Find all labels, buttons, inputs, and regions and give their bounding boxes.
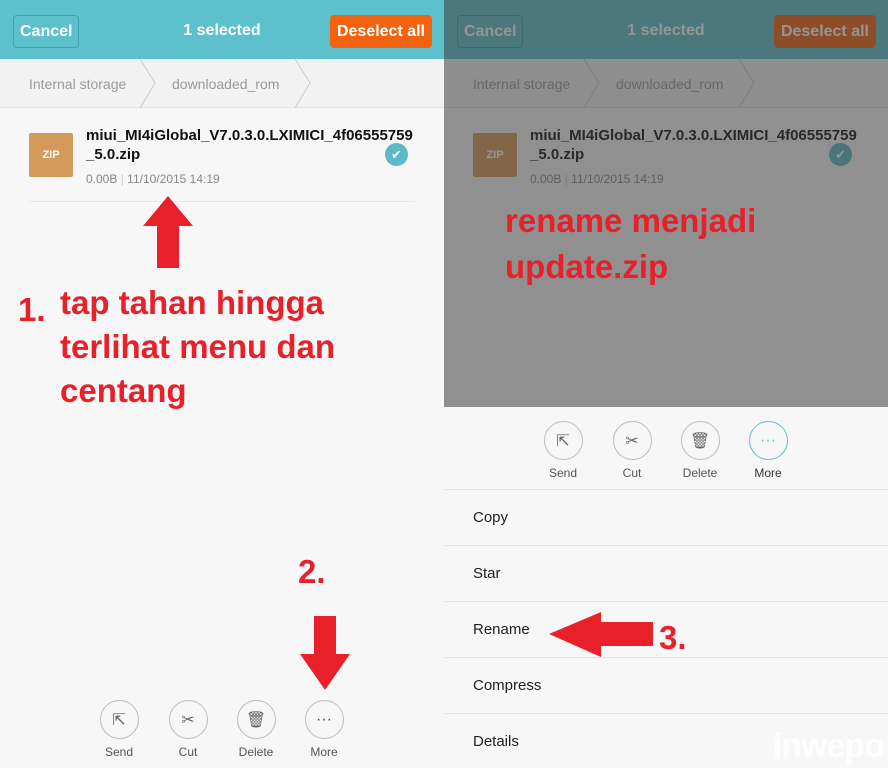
send-button[interactable]: ⇱ Send <box>533 421 593 480</box>
action-bar: ⇱ Send ✂ Cut 🗑 Delete ··· More <box>0 700 444 768</box>
menu-item-copy[interactable]: Copy <box>444 489 888 545</box>
action-header: Cancel 1 selected Deselect all <box>0 0 444 59</box>
divider <box>29 201 415 202</box>
watermark-logo: inwepo <box>772 727 885 765</box>
left-screen: Cancel 1 selected Deselect all Internal … <box>0 0 444 768</box>
breadcrumb-separator-icon <box>139 59 156 108</box>
send-button[interactable]: ⇱ Send <box>89 700 149 759</box>
scissors-icon: ✂ <box>168 700 208 739</box>
more-dots-icon: ··· <box>748 421 788 460</box>
file-row[interactable]: ZIP miui_MI4iGlobal_V7.0.3.0.LXIMICI_4f0… <box>0 108 444 202</box>
checkmark-icon[interactable]: ✔ <box>385 143 408 166</box>
delete-button[interactable]: 🗑 Delete <box>670 421 730 480</box>
rename-instruction: rename menjadi update.zip <box>505 202 757 285</box>
breadcrumb: Internal storage downloaded_rom <box>0 59 444 108</box>
share-icon: ⇱ <box>543 421 583 460</box>
menu-item-compress[interactable]: Compress <box>444 657 888 713</box>
breadcrumb-separator-icon <box>294 59 311 108</box>
step1-number: 1. <box>18 291 46 328</box>
step3-number: 3. <box>659 619 687 656</box>
cut-button[interactable]: ✂ Cut <box>158 700 218 759</box>
file-date: 11/10/2015 14:19 <box>127 172 220 186</box>
more-menu-sheet: ⇱ Send ✂ Cut 🗑 Delete ··· More Copy Star Ren… <box>444 407 888 768</box>
delete-button[interactable]: 🗑 Delete <box>226 700 286 759</box>
scissors-icon: ✂ <box>612 421 652 460</box>
step2-number: 2. <box>298 553 326 590</box>
step1-text: tap tahan hingga terlihat menu dan centa… <box>60 284 336 409</box>
zip-file-icon: ZIP <box>29 133 73 177</box>
action-bar: ⇱ Send ✂ Cut 🗑 Delete ··· More <box>444 421 888 491</box>
breadcrumb-internal-storage[interactable]: Internal storage <box>29 76 126 92</box>
file-meta: 0.00B | 11/10/2015 14:19 <box>86 172 220 186</box>
cut-button[interactable]: ✂ Cut <box>602 421 662 480</box>
breadcrumb-downloaded-rom[interactable]: downloaded_rom <box>172 76 279 92</box>
trash-icon: 🗑 <box>680 421 720 460</box>
more-button[interactable]: ··· More <box>294 700 354 759</box>
arrow-up-annotation <box>143 196 193 268</box>
file-size: 0.00B <box>86 172 118 186</box>
more-dots-icon: ··· <box>304 700 344 739</box>
file-name: miui_MI4iGlobal_V7.0.3.0.LXIMICI_4f06555… <box>86 127 413 163</box>
arrow-left-annotation <box>549 612 653 657</box>
arrow-down-annotation <box>300 616 350 690</box>
menu-item-star[interactable]: Star <box>444 545 888 601</box>
right-screen: Cancel 1 selected Deselect all Internal … <box>444 0 888 768</box>
trash-icon: 🗑 <box>236 700 276 739</box>
more-button[interactable]: ··· More <box>738 421 798 480</box>
share-icon: ⇱ <box>99 700 139 739</box>
deselect-all-button[interactable]: Deselect all <box>329 15 432 48</box>
